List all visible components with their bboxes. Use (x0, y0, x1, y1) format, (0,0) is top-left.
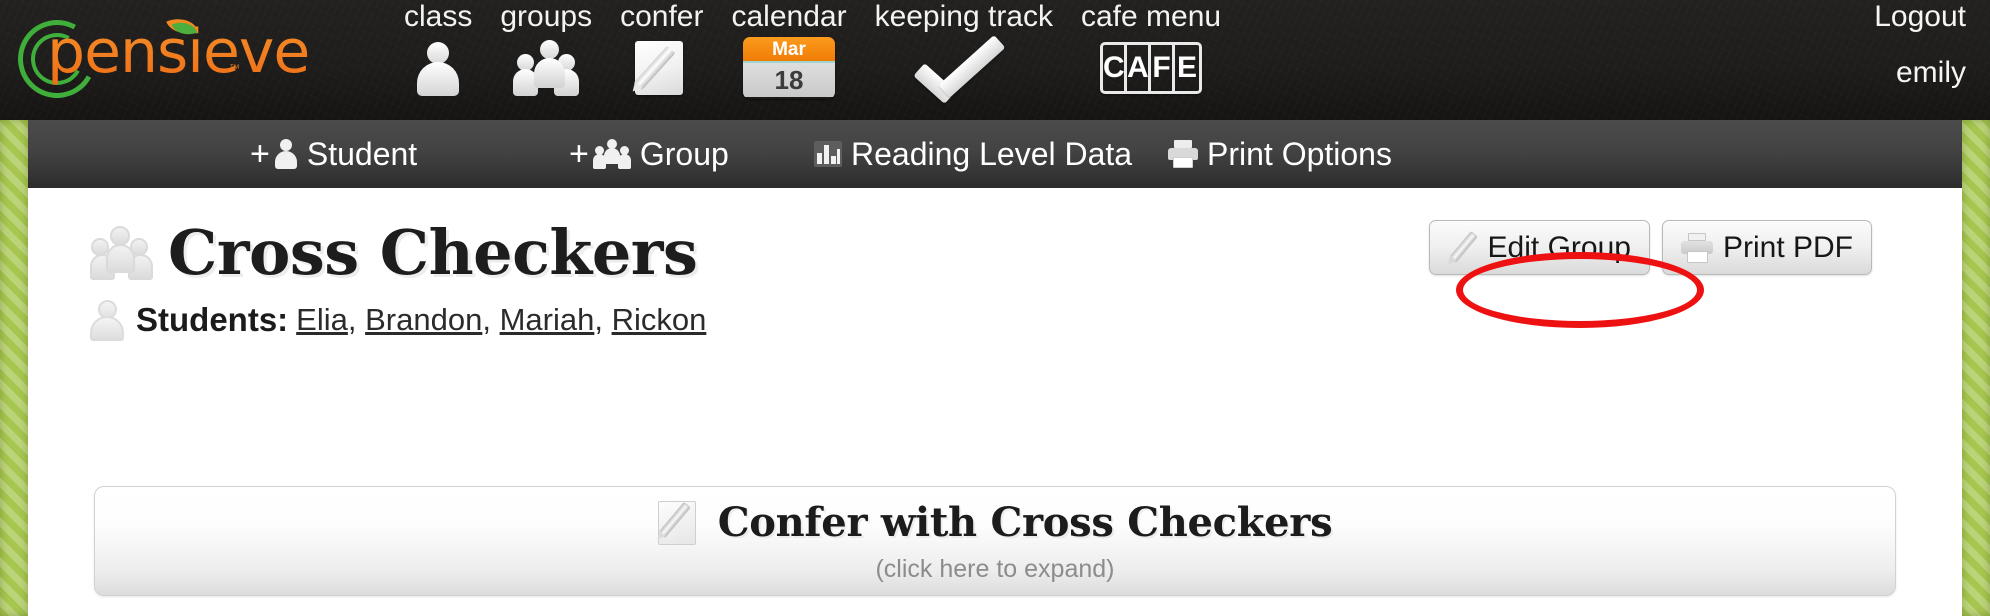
add-student-button[interactable]: + Student (250, 135, 417, 174)
student-link-rickon[interactable]: Rickon (612, 302, 707, 337)
confer-subtitle: (click here to expand) (875, 554, 1115, 583)
students-list: Elia, Brandon, Mariah, Rickon (296, 302, 706, 338)
add-student-label: Student (306, 135, 418, 172)
cafe-letter-f: F (1151, 45, 1176, 91)
account-area: Logout emily (1746, 0, 1966, 90)
print-pdf-button[interactable]: Print PDF (1661, 220, 1872, 275)
students-sep-2: , (482, 302, 500, 337)
nav-item-calendar[interactable]: calendar Mar 18 (717, 0, 860, 120)
cafe-letter-c: C (1103, 45, 1128, 91)
cafe-letter-e: E (1177, 51, 1198, 84)
nav-item-confer[interactable]: confer (606, 0, 717, 120)
student-link-mariah[interactable]: Mariah (500, 302, 595, 337)
nav-label-calendar: calendar (731, 0, 847, 33)
add-group-button[interactable]: + Group (569, 135, 729, 174)
group-icon (90, 226, 153, 280)
print-options-label: Print Options (1207, 135, 1392, 172)
confer-expand-panel[interactable]: Confer with Cross Checkers (click here t… (94, 486, 1896, 596)
leaf-icon (166, 11, 200, 41)
students-label: Students: (136, 301, 289, 338)
primary-nav: class groups confer calendar Mar 18 keep… (390, 0, 1235, 120)
students-row: Students: Elia, Brandon, Mariah, Rickon (90, 300, 706, 341)
student-link-brandon[interactable]: Brandon (365, 302, 482, 337)
person-icon (415, 37, 461, 99)
edit-group-label: Edit Group (1487, 230, 1631, 264)
reading-level-data-label: Reading Level Data (851, 135, 1133, 172)
app-root: pensieve ™ class groups confer calendar … (0, 0, 1990, 616)
printer-icon (1680, 232, 1713, 263)
pensieve-logo[interactable]: pensieve ™ (8, 8, 314, 108)
group-icon (513, 37, 580, 99)
calendar-icon: Mar 18 (743, 37, 836, 99)
student-link-elia[interactable]: Elia (296, 302, 348, 337)
students-sep-1: , (347, 302, 366, 337)
nav-label-class: class (404, 0, 473, 33)
note-pencil-icon (657, 499, 702, 547)
nav-item-keeping-track[interactable]: keeping track (861, 0, 1067, 120)
person-icon (90, 300, 124, 341)
confer-title-row: Confer with Cross Checkers (657, 499, 1333, 547)
page-actions: Edit Group Print PDF (1428, 220, 1872, 275)
page-heading: Cross Checkers (90, 216, 698, 289)
top-header: pensieve ™ class groups confer calendar … (0, 0, 1990, 120)
reading-level-data-button[interactable]: Reading Level Data (814, 136, 1132, 173)
trademark-symbol: ™ (229, 63, 240, 75)
add-group-icon (592, 139, 631, 169)
printer-icon (1168, 140, 1198, 168)
calendar-month: Mar (743, 37, 836, 63)
note-pencil-icon (633, 37, 689, 99)
cafe-letter-a: A (1127, 45, 1152, 91)
main-content: Cross Checkers Students: Elia, Brandon, … (28, 188, 1962, 616)
add-student-icon (274, 139, 298, 169)
page-title: Cross Checkers (168, 216, 698, 289)
check-icon (913, 34, 1014, 104)
pencil-icon (1448, 230, 1478, 264)
secondary-toolbar: + Student + Group Reading Level Data Pri… (28, 120, 1962, 188)
bar-chart-icon (814, 141, 842, 167)
left-edge-stripe (0, 120, 28, 616)
right-edge-stripe (1962, 120, 1990, 616)
print-pdf-label: Print PDF (1722, 230, 1853, 264)
nav-item-cafe-menu[interactable]: cafe menu C A F E (1067, 0, 1235, 120)
username-label: emily (1895, 56, 1966, 89)
add-student-plus: + (250, 134, 270, 173)
nav-label-confer: confer (620, 0, 704, 33)
cafe-icon: C A F E (1100, 37, 1203, 99)
nav-label-keeping-track: keeping track (874, 0, 1053, 33)
nav-label-cafe-menu: cafe menu (1081, 0, 1222, 33)
print-options-button[interactable]: Print Options (1168, 136, 1392, 173)
nav-label-groups: groups (500, 0, 593, 33)
calendar-day: 18 (743, 63, 836, 97)
nav-item-groups[interactable]: groups (486, 0, 606, 120)
nav-item-class[interactable]: class (390, 0, 486, 120)
add-group-plus: + (569, 134, 589, 173)
confer-title: Confer with Cross Checkers (717, 499, 1333, 546)
edit-group-button[interactable]: Edit Group (1428, 220, 1650, 275)
logout-link[interactable]: Logout (1746, 0, 1966, 34)
add-group-label: Group (639, 135, 729, 172)
students-sep-3: , (594, 302, 612, 337)
